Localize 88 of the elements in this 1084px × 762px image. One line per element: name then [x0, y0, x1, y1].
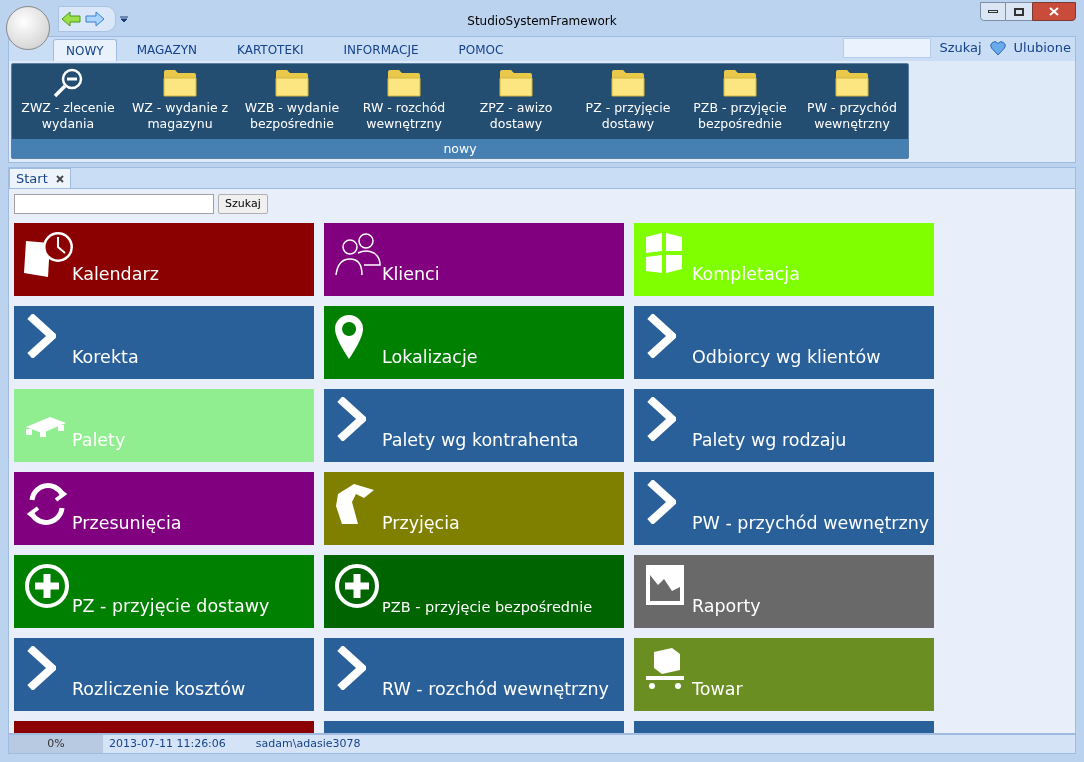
close-icon — [1049, 7, 1059, 16]
folder-icon — [499, 68, 533, 98]
ribbon-button[interactable]: WZB - wydanie bezpośrednie — [236, 64, 348, 139]
status-user: sadam\adasie3078 — [255, 735, 361, 752]
search-input[interactable] — [14, 194, 214, 214]
tile-label: PW - przychód wewnętrzny — [692, 512, 930, 535]
search-link[interactable]: Szukaj — [939, 38, 982, 58]
dropdown-caret-icon[interactable] — [120, 15, 128, 23]
menu-tile[interactable]: Rozliczenie kosztów — [14, 638, 314, 711]
menu-tile[interactable]: RW - rozchód wewnętrzny — [324, 638, 624, 711]
percent-text: 0% — [9, 735, 103, 753]
tile-label: PZB - przyjęcie bezpośrednie — [382, 598, 593, 617]
back-arrow-icon[interactable] — [61, 11, 81, 27]
plus-circle-icon — [334, 563, 380, 609]
ribbon-button[interactable]: PZ - przyjęcie dostawy — [572, 64, 684, 139]
tile-label: RW - rozchód wewnętrzny — [382, 678, 609, 701]
tile-label: Lokalizacje — [382, 346, 478, 369]
rotating-arrows-icon — [24, 480, 70, 526]
menu-tile[interactable]: PZB - przyjęcie bezpośrednie — [324, 555, 624, 628]
pallet-icon — [24, 415, 68, 437]
tile-label: Kompletacja — [692, 263, 800, 286]
ribbon-tab[interactable]: POMOC — [438, 39, 524, 61]
map-pin-icon — [334, 314, 364, 360]
calendar-clock-icon — [24, 231, 74, 279]
folder-icon — [163, 68, 197, 98]
folder-icon — [275, 68, 309, 98]
ribbon-tab[interactable]: MAGAZYN — [116, 39, 217, 61]
menu-tile[interactable]: PW - przychód wewnętrzny — [634, 472, 934, 545]
tab-label: Start — [16, 169, 48, 188]
folder-icon — [723, 68, 757, 98]
tile-label: Palety wg kontrahenta — [382, 429, 579, 452]
ribbon-button[interactable]: PZB - przyjęcie bezpośrednie — [684, 64, 796, 139]
ribbon-tab[interactable]: NOWY — [53, 39, 117, 61]
menu-tile[interactable]: Palety wg kontrahenta — [324, 389, 624, 462]
menu-tile[interactable]: Klienci — [324, 223, 624, 296]
tile-label: Korekta — [72, 346, 139, 369]
application-orb[interactable] — [6, 6, 50, 50]
ribbon-group-label: nowy — [12, 139, 908, 158]
folder-icon — [611, 68, 645, 98]
plus-circle-icon — [24, 563, 70, 609]
tile-label: Odbiorcy wg klientów — [692, 346, 881, 369]
menu-tile[interactable] — [634, 721, 934, 733]
chart-frame-icon — [644, 563, 686, 607]
people-icon — [334, 231, 384, 277]
status-datetime: 2013-07-11 11:26:06 — [109, 735, 226, 752]
favorites-link[interactable]: Ulubione — [1013, 38, 1071, 58]
menu-tile[interactable]: Kalendarz — [14, 223, 314, 296]
tile-label: Klienci — [382, 263, 440, 286]
tile-label: Przyjęcia — [382, 512, 460, 535]
minimize-button[interactable] — [980, 2, 1006, 21]
tile-label: Towar — [692, 678, 743, 701]
menu-tile[interactable]: Korekta — [14, 306, 314, 379]
folder-icon — [835, 68, 869, 98]
window-title: StudioSystemFramework — [466, 13, 618, 30]
ribbon-button[interactable]: PW - przychód wewnętrzny — [796, 64, 908, 139]
menu-tile[interactable]: Przyjęcia — [324, 472, 624, 545]
forward-arrow-icon[interactable] — [85, 11, 105, 27]
menu-tile[interactable] — [14, 721, 314, 733]
menu-tile[interactable]: PZ - przyjęcie dostawy — [14, 555, 314, 628]
boxes-icon — [644, 231, 684, 275]
search-field[interactable] — [843, 38, 932, 58]
tile-label: Palety — [72, 429, 126, 452]
ribbon-button[interactable]: ZWZ - zlecenie wydania — [12, 64, 124, 139]
menu-tile[interactable]: Odbiorcy wg klientów — [634, 306, 934, 379]
ribbon-button[interactable]: RW - rozchód wewnętrzny — [348, 64, 460, 139]
menu-tile[interactable] — [324, 721, 624, 733]
tile-label: Kalendarz — [72, 263, 159, 286]
tile-label: Palety wg rodzaju — [692, 429, 847, 452]
ribbon-tab[interactable]: KARTOTEKI — [217, 39, 324, 61]
menu-tile[interactable]: Przesunięcia — [14, 472, 314, 545]
menu-tile[interactable]: Palety wg rodzaju — [634, 389, 934, 462]
ribbon-button[interactable]: WZ - wydanie z magazynu — [124, 64, 236, 139]
maximize-button[interactable] — [1006, 2, 1032, 21]
ribbon-tab[interactable]: INFORMACJE — [323, 39, 439, 61]
search-button[interactable]: Szukaj — [218, 194, 268, 214]
tile-label: Przesunięcia — [72, 512, 182, 535]
close-icon[interactable] — [55, 174, 64, 183]
menu-tile[interactable]: Towar — [634, 638, 934, 711]
ribbon-button[interactable]: ZPZ - awizo dostawy — [460, 64, 572, 139]
folder-icon — [387, 68, 421, 98]
heart-icon[interactable] — [989, 40, 1006, 56]
tile-label: Raporty — [692, 595, 761, 618]
document-tab[interactable]: Start — [9, 168, 71, 188]
close-button[interactable] — [1032, 2, 1076, 21]
menu-tile[interactable]: Lokalizacje — [324, 306, 624, 379]
tile-label: Rozliczenie kosztów — [72, 678, 246, 701]
tile-label: PZ - przyjęcie dostawy — [72, 595, 270, 618]
menu-tile[interactable]: Raporty — [634, 555, 934, 628]
